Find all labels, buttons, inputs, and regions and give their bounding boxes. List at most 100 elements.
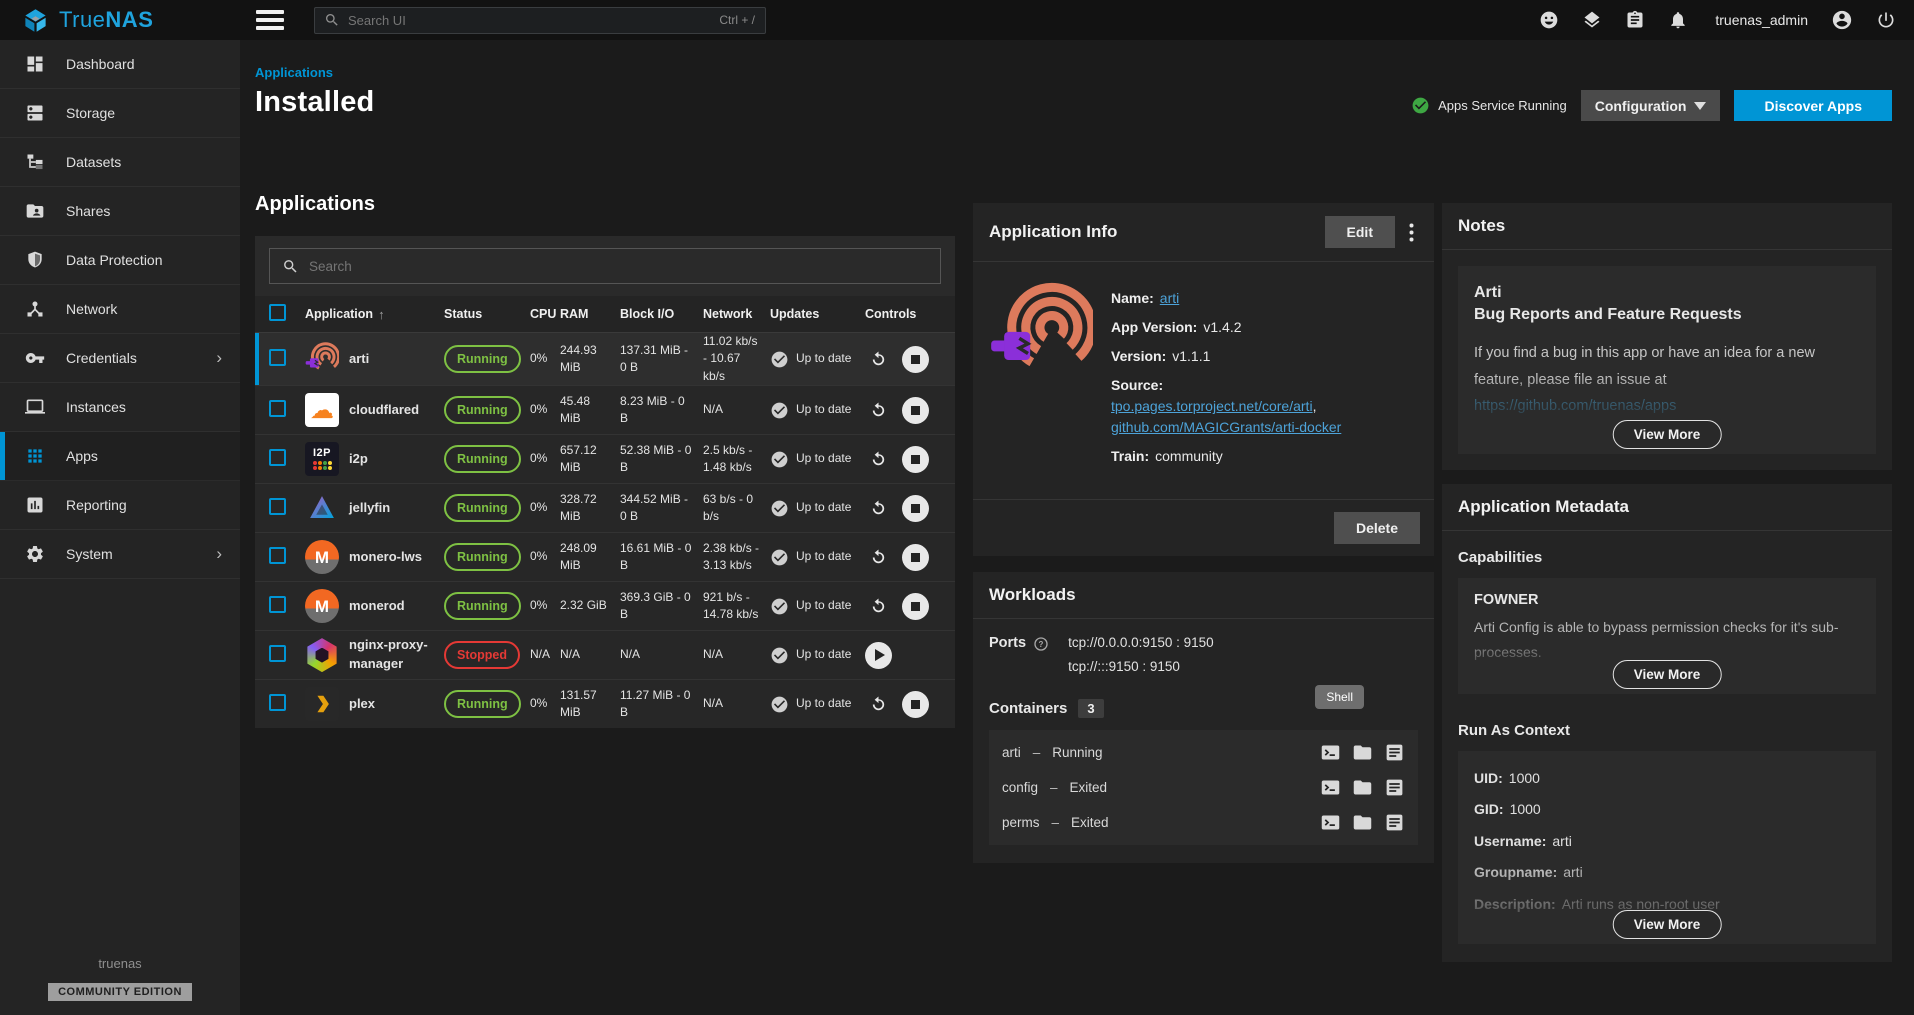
- notes-view-more-button[interactable]: View More: [1613, 420, 1722, 449]
- edit-button[interactable]: Edit: [1325, 216, 1395, 248]
- stop-app-button[interactable]: [902, 346, 929, 373]
- container-logs-icon[interactable]: [1384, 812, 1405, 833]
- container-browse-folder-icon[interactable]: [1352, 777, 1373, 798]
- column-header-application[interactable]: Application↑: [305, 307, 444, 322]
- delete-button[interactable]: Delete: [1334, 512, 1420, 544]
- power-icon[interactable]: [1876, 10, 1896, 30]
- updates-label: Up to date: [796, 548, 851, 565]
- discover-apps-button[interactable]: Discover Apps: [1734, 90, 1892, 121]
- container-browse-folder-icon[interactable]: [1352, 742, 1373, 763]
- feedback-smiley-icon[interactable]: [1539, 10, 1559, 30]
- row-checkbox[interactable]: [269, 349, 286, 366]
- column-header-block-io[interactable]: Block I/O: [620, 307, 703, 321]
- restart-app-button[interactable]: [865, 495, 892, 522]
- restart-app-button[interactable]: [865, 446, 892, 473]
- issues-link[interactable]: https://github.com/truenas/apps: [1474, 398, 1676, 414]
- row-checkbox[interactable]: [269, 645, 286, 662]
- restart-app-button[interactable]: [865, 346, 892, 373]
- stop-app-button[interactable]: [902, 593, 929, 620]
- column-header-ram[interactable]: RAM: [560, 307, 620, 321]
- container-browse-folder-icon[interactable]: [1352, 812, 1373, 833]
- capability-panel: FOWNER Arti Config is able to bypass per…: [1458, 578, 1876, 693]
- nginx-proxy-manager-app-icon: [305, 638, 339, 672]
- table-row[interactable]: M monerod Running 0% 2.32 GiB 369.3 GiB …: [255, 581, 955, 630]
- truecommand-status-icon[interactable]: [1582, 10, 1602, 30]
- dashboard-icon: [25, 54, 47, 74]
- sidebar-item-instances[interactable]: Instances: [0, 383, 240, 432]
- select-all-checkbox[interactable]: [269, 304, 286, 321]
- column-header-cpu[interactable]: CPU: [530, 307, 560, 321]
- topbar-actions: truenas_admin: [1539, 9, 1914, 31]
- restart-app-button[interactable]: [865, 593, 892, 620]
- sidebar-item-storage[interactable]: Storage: [0, 89, 240, 138]
- container-logs-icon[interactable]: [1384, 777, 1405, 798]
- restart-app-button[interactable]: [865, 397, 892, 424]
- sidebar-item-shares[interactable]: Shares: [0, 187, 240, 236]
- stop-app-button[interactable]: [902, 544, 929, 571]
- user-avatar-icon[interactable]: [1831, 9, 1853, 31]
- help-icon[interactable]: ?: [1033, 636, 1049, 652]
- sidebar-toggle-button[interactable]: [256, 10, 284, 30]
- column-header-status[interactable]: Status: [444, 307, 530, 321]
- kebab-menu-icon[interactable]: [1405, 221, 1418, 244]
- sidebar-item-credentials[interactable]: Credentials ›: [0, 334, 240, 383]
- container-logs-icon[interactable]: [1384, 742, 1405, 763]
- sidebar-item-data-protection[interactable]: Data Protection: [0, 236, 240, 285]
- global-search-input[interactable]: [348, 13, 719, 28]
- up-to-date-check-icon: [770, 597, 789, 616]
- app-link[interactable]: tpo.pages.torproject.net/core/arti: [1111, 398, 1313, 414]
- table-row[interactable]: nginx-proxy-manager Stopped N/A N/A N/A …: [255, 630, 955, 679]
- status-badge: Running: [444, 345, 521, 373]
- container-shell-icon[interactable]: [1320, 812, 1341, 833]
- sidebar-item-label: Reporting: [66, 497, 127, 513]
- truenas-logo[interactable]: TrueNAS: [0, 7, 240, 34]
- table-search[interactable]: [269, 248, 941, 284]
- column-header-network[interactable]: Network: [703, 307, 770, 321]
- configuration-button[interactable]: Configuration: [1581, 90, 1721, 121]
- app-link[interactable]: arti: [1160, 290, 1179, 306]
- breadcrumb[interactable]: Applications: [255, 65, 1892, 80]
- row-checkbox[interactable]: [269, 596, 286, 613]
- cpu-value: 0%: [530, 350, 560, 367]
- container-shell-icon[interactable]: [1320, 742, 1341, 763]
- credentials-icon: [25, 348, 47, 368]
- capabilities-view-more-button[interactable]: View More: [1613, 660, 1722, 689]
- notes-panel: Arti Bug Reports and Feature Requests If…: [1458, 266, 1876, 454]
- jobs-clipboard-icon[interactable]: [1625, 10, 1645, 30]
- field-label: Version:: [1111, 348, 1166, 364]
- run-as-view-more-button[interactable]: View More: [1613, 910, 1722, 939]
- stop-app-button[interactable]: [902, 446, 929, 473]
- row-checkbox[interactable]: [269, 400, 286, 417]
- row-checkbox[interactable]: [269, 498, 286, 515]
- start-app-button[interactable]: [865, 642, 892, 669]
- row-checkbox[interactable]: [269, 449, 286, 466]
- table-row[interactable]: jellyfin Running 0% 328.72 MiB 344.52 Mi…: [255, 483, 955, 532]
- alerts-bell-icon[interactable]: [1668, 10, 1688, 30]
- ram-value: 328.72 MiB: [560, 491, 620, 526]
- container-shell-icon[interactable]: [1320, 777, 1341, 798]
- global-search[interactable]: Ctrl + /: [314, 7, 766, 34]
- table-row[interactable]: plex Running 0% 131.57 MiB 11.27 MiB - 0…: [255, 679, 955, 728]
- stop-app-button[interactable]: [902, 397, 929, 424]
- stop-app-button[interactable]: [902, 495, 929, 522]
- table-row[interactable]: M monero-lws Running 0% 248.09 MiB 16.61…: [255, 532, 955, 581]
- table-row[interactable]: arti Running 0% 244.93 MiB 137.31 MiB - …: [255, 332, 955, 385]
- sidebar-item-system[interactable]: System ›: [0, 530, 240, 579]
- column-header-controls: Controls: [865, 307, 955, 321]
- table-row[interactable]: I2P i2p Running 0% 657.12 MiB 52.38 MiB …: [255, 434, 955, 483]
- sidebar-item-datasets[interactable]: Datasets: [0, 138, 240, 187]
- sidebar-item-apps[interactable]: Apps: [0, 432, 240, 481]
- table-row[interactable]: ☁ cloudflared Running 0% 45.48 MiB 8.23 …: [255, 385, 955, 434]
- sidebar-item-reporting[interactable]: Reporting: [0, 481, 240, 530]
- sidebar-item-network[interactable]: Network: [0, 285, 240, 334]
- row-checkbox[interactable]: [269, 694, 286, 711]
- column-header-updates[interactable]: Updates: [770, 307, 865, 321]
- sidebar-item-dashboard[interactable]: Dashboard: [0, 40, 240, 89]
- stop-app-button[interactable]: [902, 691, 929, 718]
- restart-app-button[interactable]: [865, 544, 892, 571]
- table-search-input[interactable]: [309, 259, 940, 274]
- restart-app-button[interactable]: [865, 691, 892, 718]
- app-link[interactable]: github.com/MAGICGrants/arti-docker: [1111, 419, 1341, 435]
- row-checkbox[interactable]: [269, 547, 286, 564]
- edition-badge: COMMUNITY EDITION: [48, 983, 192, 1001]
